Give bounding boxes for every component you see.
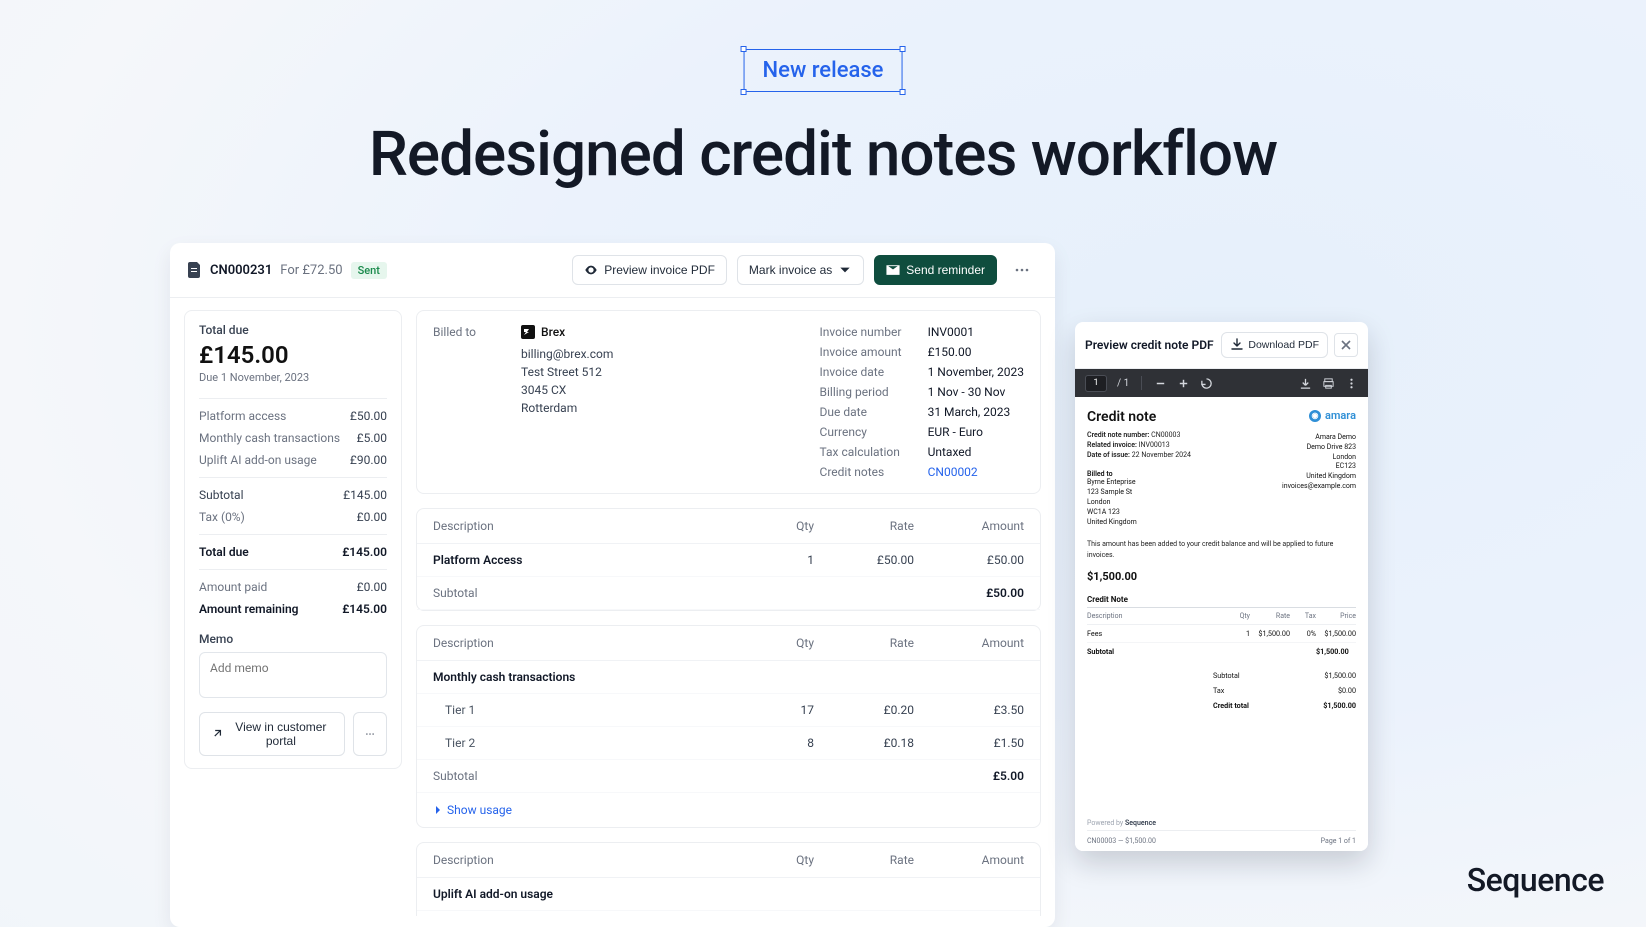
credit-note-link[interactable]: CN00002: [928, 465, 1024, 479]
brand-logo: Sequence: [1467, 861, 1604, 899]
eye-icon: [584, 263, 598, 277]
line-items-platform: DescriptionQtyRateAmount Platform Access…: [416, 508, 1041, 611]
download-pdf-button[interactable]: Download PDF: [1221, 332, 1328, 358]
close-icon: [1340, 339, 1352, 351]
memo-input[interactable]: [199, 652, 387, 698]
pdf-viewer-toolbar: 1 / 1: [1075, 369, 1368, 397]
dots-icon: [1014, 262, 1030, 278]
invoice-details: Invoice numberINV0001 Invoice amount£150…: [820, 325, 1024, 479]
more-button[interactable]: [1007, 255, 1037, 285]
download-icon[interactable]: [1299, 377, 1312, 390]
close-button[interactable]: [1334, 333, 1358, 357]
page-total: / 1: [1117, 378, 1129, 389]
release-badge: New release: [744, 49, 903, 92]
zoom-out-icon[interactable]: [1154, 377, 1167, 390]
credit-note-id: CN000231: [210, 263, 272, 278]
download-icon: [1230, 338, 1244, 352]
release-badge-text: New release: [763, 58, 884, 83]
preview-invoice-label: Preview invoice PDF: [604, 263, 715, 277]
memo-label: Memo: [199, 632, 387, 646]
invoice-card: CN000231 For £72.50 Sent Preview invoice…: [170, 243, 1055, 927]
status-badge: Sent: [351, 262, 387, 279]
more-icon[interactable]: [1345, 377, 1358, 390]
total-due-label: Total due: [199, 323, 387, 337]
for-amount: For £72.50: [280, 263, 342, 278]
summary-more-button[interactable]: [353, 712, 387, 756]
print-icon[interactable]: [1322, 377, 1335, 390]
due-date-text: Due 1 November, 2023: [199, 371, 387, 384]
chevron-right-icon: [433, 805, 443, 815]
pdf-modal-title: Preview credit note PDF: [1085, 338, 1214, 352]
pdf-brand: ◉amara: [1309, 409, 1356, 422]
line-items-transactions: DescriptionQtyRateAmount Monthly cash tr…: [416, 625, 1041, 828]
view-in-portal-button[interactable]: View in customer portal: [199, 712, 345, 756]
send-reminder-button[interactable]: Send reminder: [874, 255, 997, 285]
mail-icon: [886, 263, 900, 277]
mark-invoice-button[interactable]: Mark invoice as: [737, 255, 864, 285]
preview-invoice-button[interactable]: Preview invoice PDF: [572, 255, 727, 285]
dots-icon: [365, 727, 375, 741]
release-badge-wrap: New release: [744, 49, 903, 92]
billed-to-label: Billed to: [433, 325, 511, 479]
invoice-header-left: CN000231 For £72.50 Sent: [188, 262, 387, 279]
mark-invoice-label: Mark invoice as: [749, 263, 832, 277]
chevron-down-icon: [838, 263, 852, 277]
rotate-icon[interactable]: [1200, 377, 1213, 390]
show-usage-toggle[interactable]: Show usage: [417, 793, 1040, 827]
info-panel: Billed to Brex billing@brex.com Test Str…: [416, 310, 1041, 494]
document-icon: [188, 262, 202, 278]
pdf-page: Credit note ◉amara Credit note number: C…: [1075, 397, 1368, 851]
summary-panel: Total due £145.00 Due 1 November, 2023 P…: [184, 310, 402, 769]
invoice-header: CN000231 For £72.50 Sent Preview invoice…: [170, 243, 1055, 298]
total-due-amount: £145.00: [199, 341, 387, 369]
page-input[interactable]: 1: [1085, 375, 1107, 392]
line-items-uplift: DescriptionQtyRateAmount Uplift AI add-o…: [416, 842, 1041, 916]
brex-icon: [521, 325, 535, 339]
page-title: Redesigned credit notes workflow: [0, 118, 1646, 191]
pdf-preview-modal: Preview credit note PDF Download PDF 1 /…: [1075, 322, 1368, 851]
zoom-in-icon[interactable]: [1177, 377, 1190, 390]
external-link-icon: [211, 727, 223, 741]
invoice-header-right: Preview invoice PDF Mark invoice as Send…: [572, 255, 1037, 285]
billed-name: Brex: [541, 325, 565, 339]
send-reminder-label: Send reminder: [906, 263, 985, 277]
pdf-modal-header: Preview credit note PDF Download PDF: [1075, 322, 1368, 369]
